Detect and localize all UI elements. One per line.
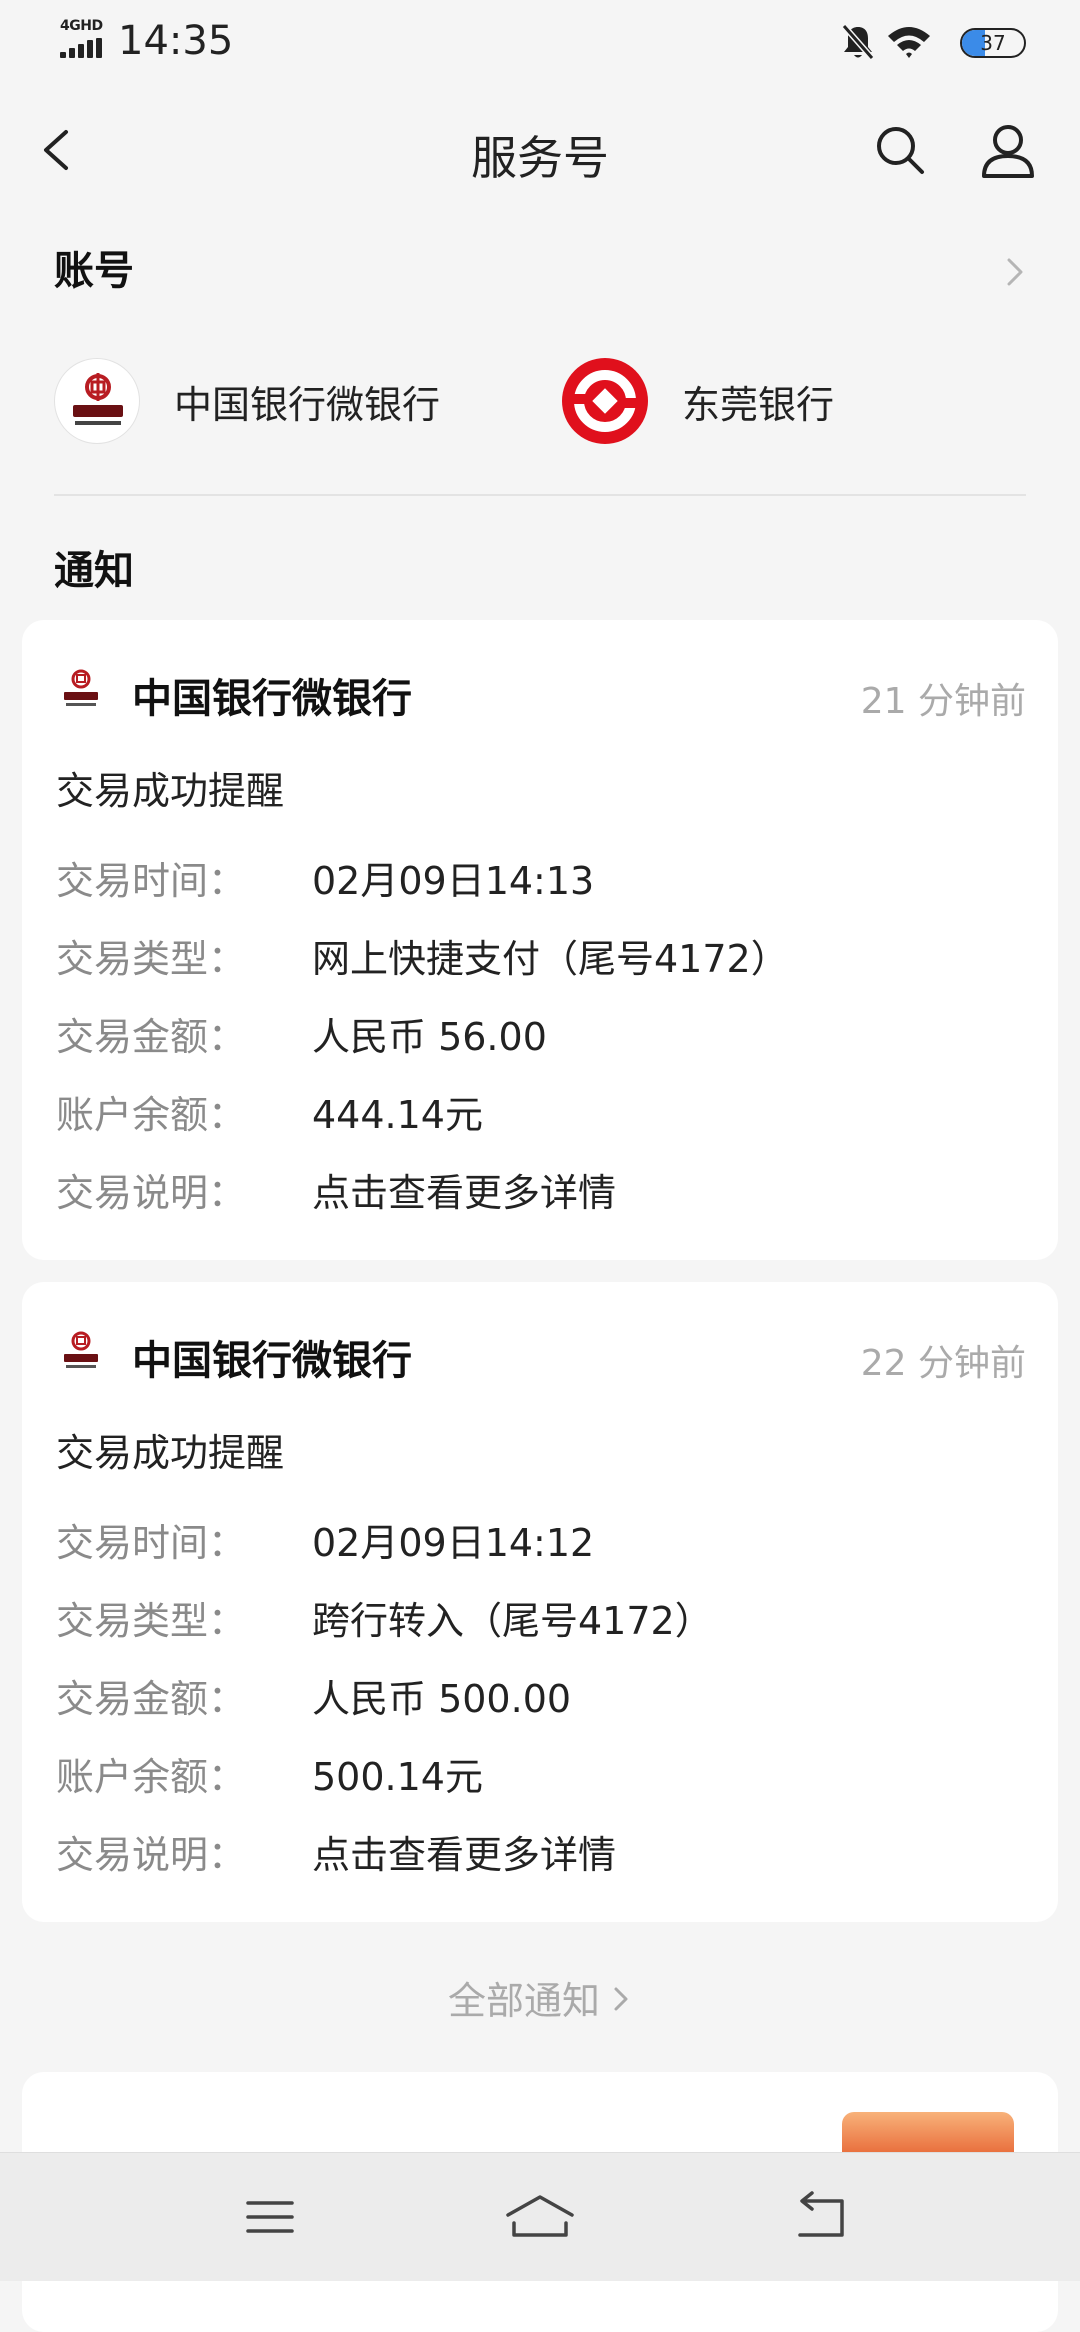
detail-key: 交易类型： [56, 937, 247, 981]
detail-value: 02月09日14:13 [312, 859, 595, 903]
detail-link[interactable]: 点击查看更多详情 [312, 1162, 616, 1217]
top-bar: 服务号 [0, 100, 1080, 200]
notice-title: 交易成功提醒 [56, 769, 285, 813]
detail-key: 交易时间： [56, 1521, 247, 1565]
detail-value: 网上快捷支付（尾号4172） [312, 937, 789, 981]
detail-link[interactable]: 点击查看更多详情 [312, 1824, 616, 1879]
battery-level: 37 [980, 31, 1006, 55]
section-divider [54, 494, 1026, 496]
detail-key: 交易说明： [56, 1833, 247, 1877]
boc-logo-icon [64, 1331, 98, 1368]
detail-value: 跨行转入（尾号4172） [312, 1599, 713, 1643]
boc-logo-icon [54, 358, 140, 444]
notice-sender: 中国银行微银行 [132, 676, 412, 722]
detail-key: 账户余额： [56, 1093, 247, 1137]
home-icon[interactable] [500, 2189, 580, 2245]
wifi-icon [888, 27, 930, 58]
detail-key: 交易金额： [56, 1677, 247, 1721]
bell-muted-icon [841, 24, 875, 60]
detail-key: 账户余额： [56, 1755, 247, 1799]
menu-icon[interactable] [240, 2189, 300, 2245]
notice-time: 21 分钟前 [860, 681, 1026, 722]
status-bar: 4GHD 14:35 37 [0, 0, 1080, 84]
notices-heading: 通知 [54, 548, 134, 594]
detail-key: 交易类型： [56, 1599, 247, 1643]
notice-card[interactable]: 中国银行微银行 22 分钟前 交易成功提醒 交易时间： 02月09日14:12 … [22, 1282, 1058, 1922]
all-notices-link[interactable]: 全部通知 [0, 1970, 1080, 2025]
all-notices-label: 全部通知 [447, 1979, 600, 2023]
notice-card[interactable]: 中国银行微银行 21 分钟前 交易成功提醒 交易时间： 02月09日14:13 … [22, 620, 1058, 1260]
account-label: 中国银行微银行 [174, 382, 441, 427]
accounts-heading: 账号 [54, 248, 134, 294]
detail-value: 人民币 500.00 [312, 1677, 572, 1721]
notice-title: 交易成功提醒 [56, 1431, 285, 1475]
account-dongguan[interactable]: 东莞银行 [562, 356, 834, 446]
detail-value: 444.14元 [312, 1093, 483, 1137]
detail-key: 交易说明： [56, 1171, 247, 1215]
notice-time: 22 分钟前 [860, 1343, 1026, 1384]
chevron-right-icon[interactable] [1000, 252, 1030, 292]
account-boc[interactable]: 中国银行微银行 [54, 356, 440, 446]
account-label: 东莞银行 [682, 382, 835, 427]
detail-value: 02月09日14:12 [312, 1521, 595, 1565]
back-icon[interactable] [790, 2189, 850, 2245]
dongguan-bank-logo-icon [562, 358, 648, 444]
signal-icon: 4GHD [58, 18, 106, 58]
boc-logo-icon [64, 669, 98, 706]
search-icon[interactable] [870, 120, 930, 180]
detail-value: 500.14元 [312, 1755, 483, 1799]
battery-icon: 37 [960, 28, 1026, 58]
notice-sender: 中国银行微银行 [132, 1338, 412, 1384]
detail-key: 交易金额： [56, 1015, 247, 1059]
status-time: 14:35 [118, 18, 234, 64]
network-type: 4GHD [60, 18, 103, 34]
detail-key: 交易时间： [56, 859, 247, 903]
chevron-right-icon [610, 1979, 632, 2023]
detail-value: 人民币 56.00 [312, 1015, 547, 1059]
person-icon[interactable] [976, 118, 1040, 182]
navigation-bar [0, 2152, 1080, 2281]
